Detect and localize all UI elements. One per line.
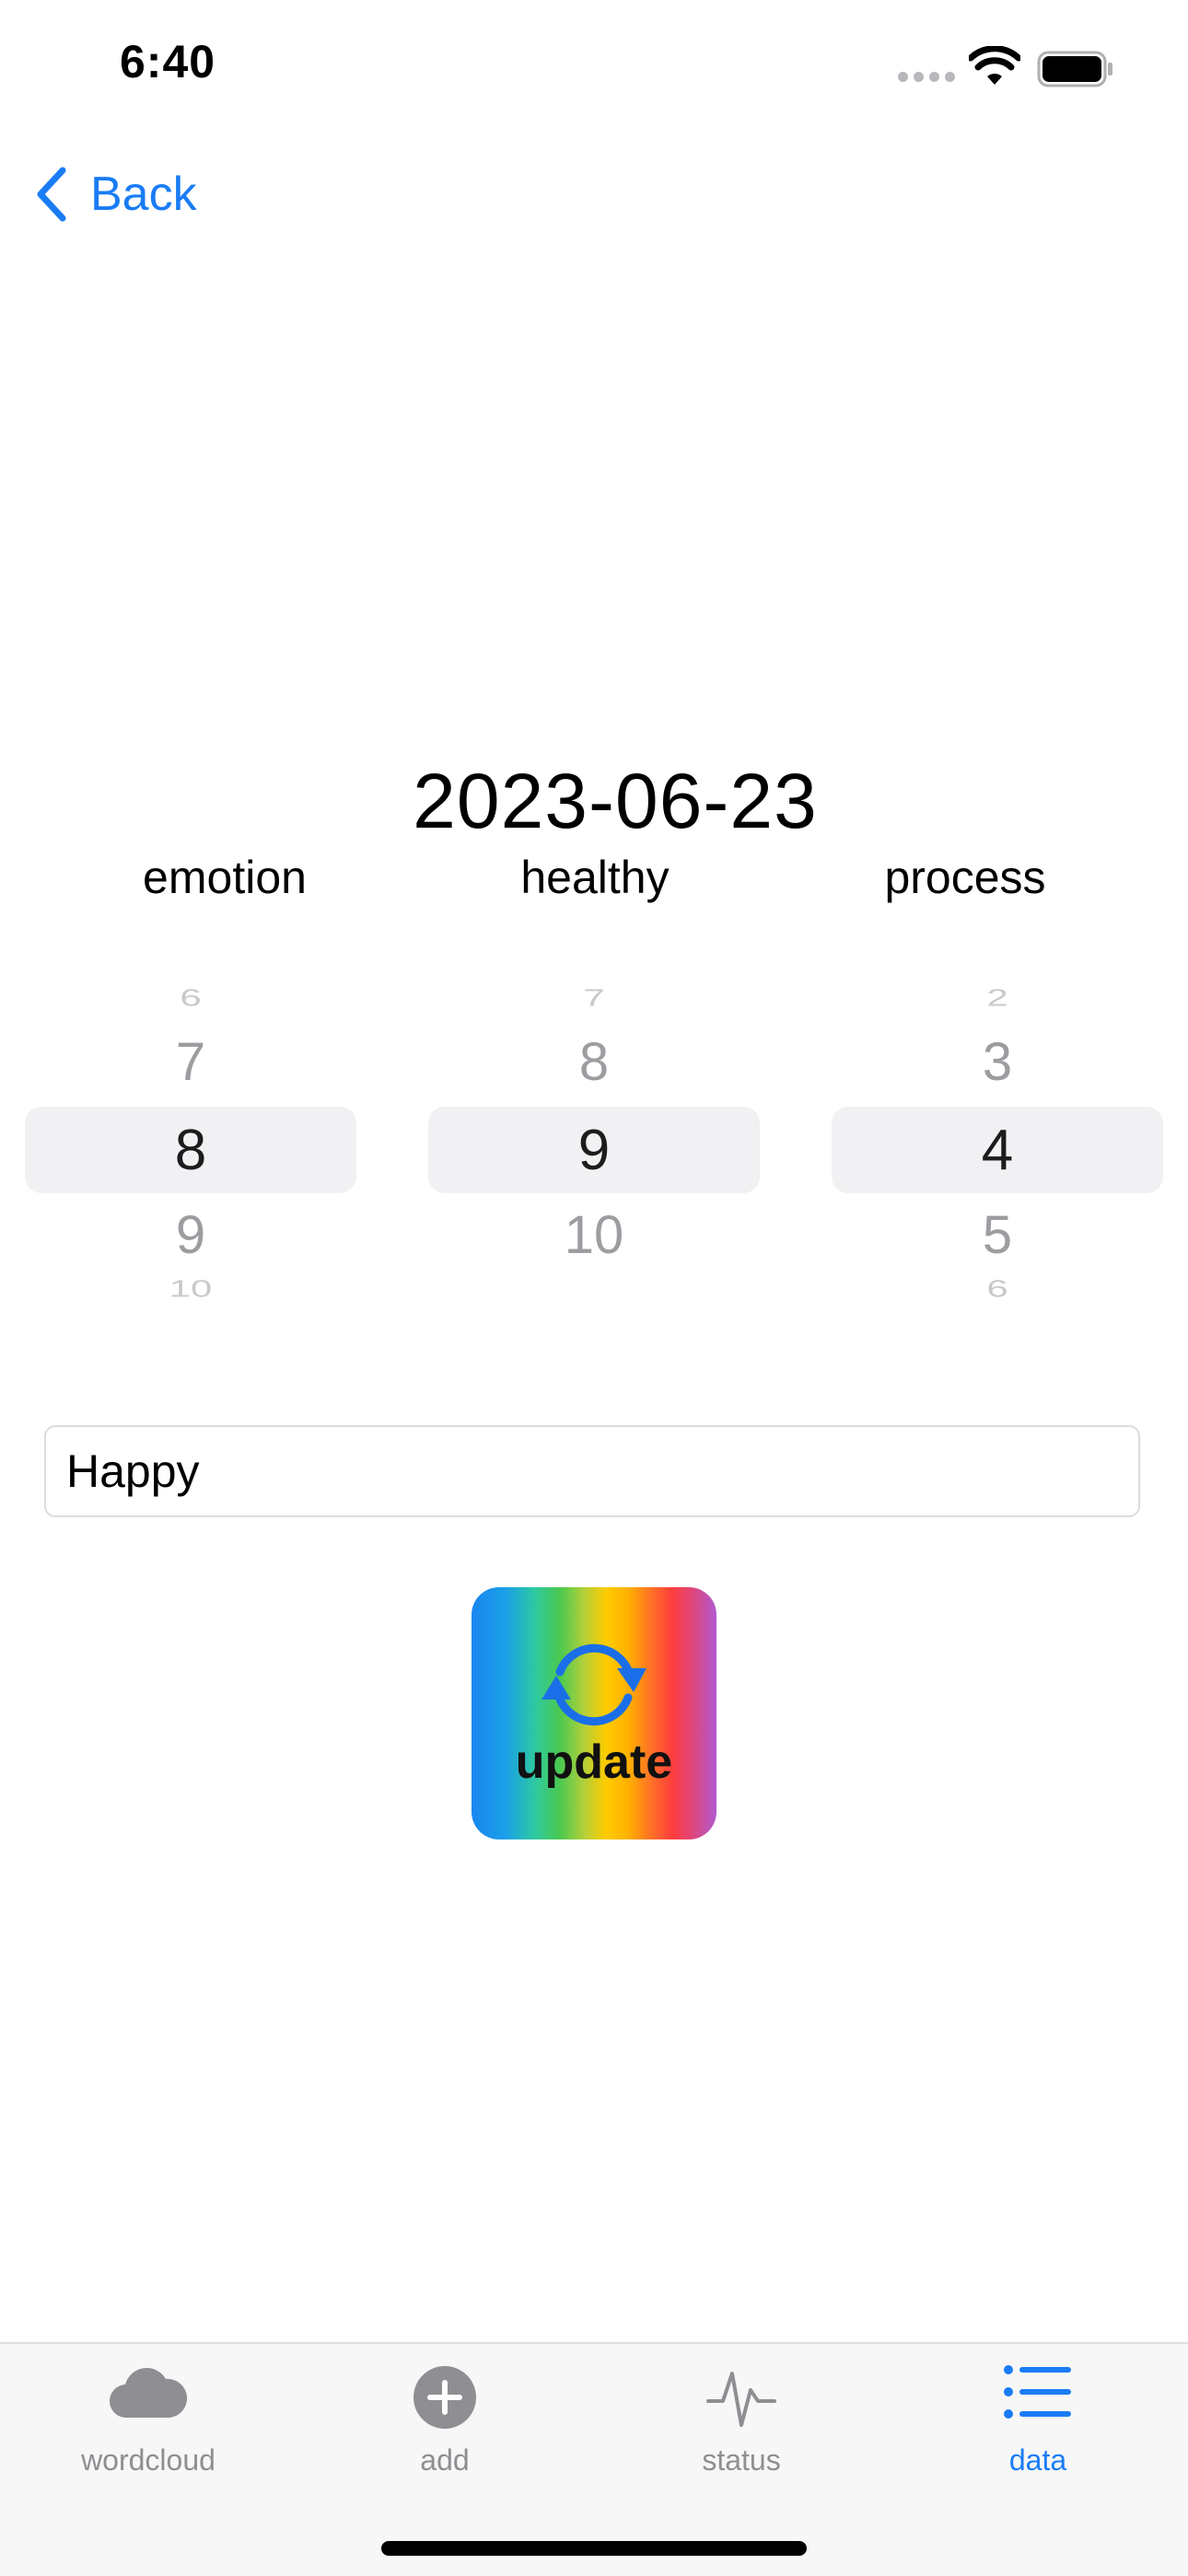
back-button[interactable]: Back <box>33 164 197 225</box>
note-input[interactable] <box>44 1425 1140 1517</box>
battery-icon <box>1037 51 1112 87</box>
home-indicator <box>381 2541 807 2556</box>
back-label: Back <box>90 168 197 221</box>
picker-option[interactable]: 8 <box>428 1031 760 1093</box>
picker-option[interactable]: 7 <box>428 984 760 1012</box>
status-time: 6:40 <box>120 36 216 87</box>
wifi-icon <box>969 46 1020 85</box>
picker-option[interactable]: 7 <box>25 1031 356 1093</box>
tab-label: wordcloud <box>81 2443 215 2477</box>
picker-option[interactable]: 10 <box>428 1204 760 1266</box>
cloud-icon <box>109 2368 188 2419</box>
tab-data[interactable]: data <box>890 2344 1186 2501</box>
picker-selected-option[interactable]: 4 <box>832 1118 1163 1183</box>
chevron-left-icon <box>37 167 66 222</box>
emotion-picker[interactable]: 6 7 8 9 10 <box>25 967 356 1317</box>
update-button[interactable]: update <box>472 1587 716 1839</box>
picker-option[interactable]: 9 <box>25 1204 356 1266</box>
process-picker[interactable]: 2 3 4 5 6 <box>832 967 1163 1317</box>
cellular-signal-icon <box>898 72 957 85</box>
column-label-process: process <box>884 852 1046 903</box>
sync-icon <box>542 1643 646 1726</box>
healthy-picker[interactable]: 7 8 9 10 <box>428 967 760 1317</box>
update-label: update <box>515 1735 673 1789</box>
column-label-healthy: healthy <box>520 852 670 903</box>
plus-circle-icon <box>413 2366 476 2429</box>
picker-option[interactable]: 2 <box>832 984 1163 1012</box>
column-label-emotion: emotion <box>143 852 307 903</box>
list-icon <box>1004 2365 1071 2419</box>
picker-selected-option[interactable]: 8 <box>25 1118 356 1183</box>
tab-status[interactable]: status <box>593 2344 890 2501</box>
picker-selected-option[interactable]: 9 <box>428 1118 760 1183</box>
tab-label: add <box>420 2443 470 2477</box>
date-title: 2023-06-23 <box>413 758 818 844</box>
picker-option[interactable]: 3 <box>832 1031 1163 1093</box>
picker-option[interactable]: 6 <box>25 984 356 1012</box>
picker-option[interactable]: 5 <box>832 1204 1163 1266</box>
tab-add[interactable]: add <box>297 2344 593 2501</box>
picker-option[interactable]: 6 <box>832 1275 1163 1303</box>
tab-label: status <box>702 2443 781 2477</box>
waveform-icon <box>706 2372 776 2427</box>
picker-option[interactable]: 10 <box>25 1275 356 1303</box>
tab-label: data <box>1008 2443 1067 2477</box>
tab-wordcloud[interactable]: wordcloud <box>0 2344 297 2501</box>
